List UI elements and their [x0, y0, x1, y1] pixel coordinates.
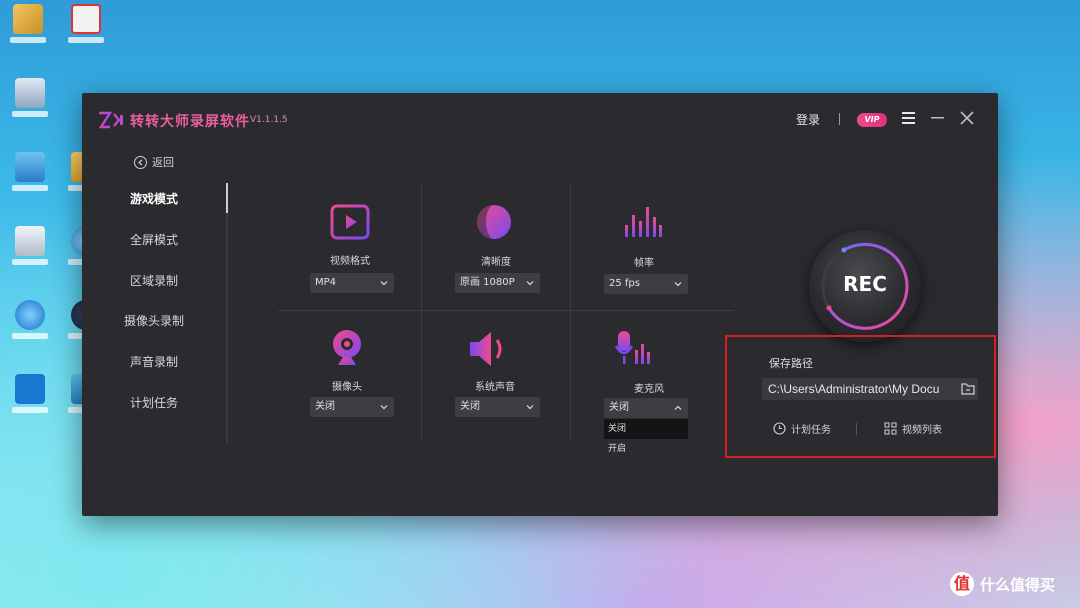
- title-bar: 转转大师录屏软件 V1.1.1.5 登录 VIP: [82, 93, 998, 145]
- app-logo-icon: [98, 111, 123, 129]
- speaker-icon: [470, 332, 502, 366]
- clarity-icon: [477, 205, 511, 239]
- computer-icon: [15, 78, 45, 108]
- settings-icon: [15, 374, 45, 404]
- chevron-down-icon: [674, 282, 682, 287]
- sidebar-track: [226, 183, 228, 443]
- back-button[interactable]: 返回: [134, 154, 174, 170]
- desktop-icon-caption: [12, 259, 48, 265]
- chevron-up-icon: [674, 405, 682, 410]
- vip-badge[interactable]: VIP: [857, 113, 887, 127]
- chevron-down-icon: [380, 405, 388, 410]
- desktop-icon-internet-explorer[interactable]: [6, 300, 54, 339]
- internet-explorer-icon: [15, 300, 45, 330]
- frame-rate-label: 帧率: [634, 258, 654, 269]
- chevron-down-icon: [526, 281, 534, 286]
- sidebar-item-audio-record[interactable]: 声音录制: [84, 353, 224, 370]
- desktop-icon-network[interactable]: [6, 152, 54, 191]
- microphone-option-on[interactable]: 开启: [604, 439, 688, 459]
- open-folder-icon[interactable]: [960, 381, 976, 397]
- sidebar-item-camera-record[interactable]: 摄像头录制: [84, 312, 224, 329]
- scheduled-task-label: 计划任务: [791, 425, 831, 436]
- clarity-select[interactable]: 原画 1080P: [455, 273, 540, 293]
- scheduled-task-button[interactable]: 计划任务: [773, 421, 831, 436]
- title-divider: [839, 113, 840, 125]
- clarity-value: 原画 1080P: [460, 277, 515, 288]
- save-path-label: 保存路径: [769, 357, 813, 370]
- app-title: 转转大师录屏软件: [130, 114, 250, 130]
- chevron-down-icon: [526, 405, 534, 410]
- video-list-label: 视频列表: [902, 425, 942, 436]
- desktop-icon-computer[interactable]: [6, 78, 54, 117]
- minimize-icon[interactable]: [929, 109, 947, 127]
- desktop-icon-app[interactable]: [62, 4, 110, 43]
- close-icon[interactable]: [958, 109, 976, 127]
- watermark-logo: 值: [950, 572, 974, 596]
- save-path-field[interactable]: C:\Users\Administrator\My Docu: [762, 378, 978, 400]
- user-folder-icon: [13, 4, 43, 34]
- microphone-option-off[interactable]: 关闭: [604, 419, 688, 439]
- desktop-icon-caption: [10, 37, 46, 43]
- microphone-dropdown-menu: 关闭 开启: [604, 419, 688, 459]
- microphone-label: 麦克风: [634, 384, 664, 395]
- sidebar-item-game-mode[interactable]: 游戏模式: [84, 190, 224, 207]
- sidebar-item-region-record[interactable]: 区域录制: [84, 272, 224, 289]
- save-path-panel: 保存路径 C:\Users\Administrator\My Docu 计划任务…: [725, 335, 996, 458]
- frame-rate-select[interactable]: 25 fps: [604, 274, 688, 294]
- camera-icon: [333, 330, 361, 365]
- system-audio-select[interactable]: 关闭: [455, 397, 540, 417]
- record-label: REC: [843, 272, 887, 296]
- network-icon: [15, 152, 45, 182]
- desktop-icon-user-folder[interactable]: [4, 4, 52, 43]
- clarity-label: 清晰度: [481, 257, 511, 268]
- login-button[interactable]: 登录: [796, 111, 820, 128]
- recycle-bin-icon: [15, 226, 45, 256]
- grid-divider: [421, 185, 422, 440]
- desktop-icon-recycle-bin[interactable]: [6, 226, 54, 265]
- back-label: 返回: [152, 156, 174, 169]
- camera-select[interactable]: 关闭: [310, 397, 394, 417]
- app-version: V1.1.1.5: [250, 115, 288, 125]
- menu-icon[interactable]: [900, 109, 918, 127]
- desktop-icon-caption: [12, 407, 48, 413]
- sidebar-active-indicator: [226, 183, 228, 213]
- video-list-button[interactable]: 视频列表: [884, 421, 942, 436]
- watermark-text: 什么值得买: [980, 575, 1056, 594]
- sidebar-item-fullscreen-mode[interactable]: 全屏模式: [84, 231, 224, 248]
- video-format-value: MP4: [315, 277, 337, 288]
- system-audio-value: 关闭: [460, 401, 480, 412]
- chevron-down-icon: [380, 281, 388, 286]
- chevron-left-icon: [134, 155, 147, 169]
- grid-divider: [278, 310, 734, 311]
- video-format-label: 视频格式: [330, 256, 370, 267]
- desktop-icon-caption: [68, 37, 104, 43]
- grid-divider: [570, 185, 571, 440]
- camera-label: 摄像头: [332, 382, 362, 393]
- microphone-select[interactable]: 关闭: [604, 398, 688, 418]
- desktop-icon-settings[interactable]: [6, 374, 54, 413]
- clock-icon: [773, 422, 786, 435]
- app-icon: [71, 4, 101, 34]
- sidebar-item-scheduled-task[interactable]: 计划任务: [84, 394, 224, 411]
- video-format-select[interactable]: MP4: [310, 273, 394, 293]
- watermark: 值 什么值得买: [950, 572, 1055, 596]
- desktop-icon-caption: [12, 185, 48, 191]
- video-format-icon: [330, 204, 370, 240]
- frame-rate-icon: [625, 207, 662, 237]
- microphone-value: 关闭: [609, 402, 629, 413]
- system-audio-label: 系统声音: [475, 382, 515, 393]
- desktop-icon-caption: [12, 333, 48, 339]
- recorder-window: 转转大师录屏软件 V1.1.1.5 登录 VIP 返回 游戏模式 全屏模式 区域…: [82, 93, 998, 516]
- desktop-icon-caption: [12, 111, 48, 117]
- footer-divider: [856, 423, 857, 435]
- microphone-icon: [614, 331, 650, 364]
- camera-value: 关闭: [315, 401, 335, 412]
- record-button[interactable]: REC: [809, 230, 921, 342]
- frame-rate-value: 25 fps: [609, 278, 640, 289]
- grid-icon: [884, 422, 897, 435]
